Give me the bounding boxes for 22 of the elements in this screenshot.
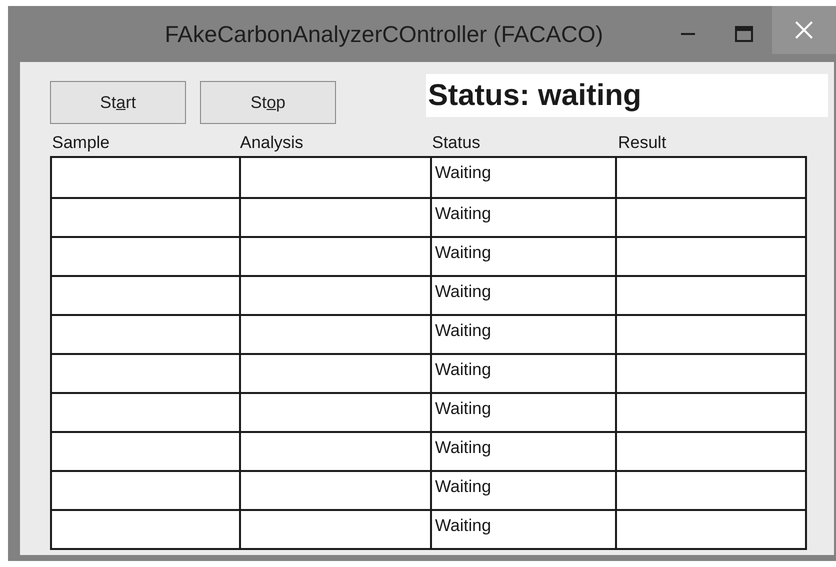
- table-cell: Waiting: [434, 438, 492, 457]
- column-header: Analysis: [240, 133, 304, 152]
- status-label: Status: waiting: [426, 74, 828, 117]
- table-cell: Waiting: [434, 516, 492, 535]
- table-cell: Waiting: [434, 321, 492, 340]
- close-button[interactable]: [772, 6, 836, 54]
- table-cell: Waiting: [434, 399, 492, 418]
- minimize-icon: [681, 33, 695, 35]
- table-cell: Waiting: [434, 282, 492, 301]
- table-cell: Waiting: [434, 477, 492, 496]
- table-cell: Waiting: [434, 360, 492, 379]
- column-header: Status: [432, 133, 480, 152]
- window-title: FAkeCarbonAnalyzerCOntroller (FACACO): [164, 20, 604, 49]
- close-icon: [794, 20, 814, 40]
- table-cell: Waiting: [434, 243, 492, 262]
- column-header: Sample: [52, 133, 110, 152]
- table-cell: Waiting: [434, 204, 492, 223]
- toolbar-button[interactable]: Stop: [200, 81, 336, 124]
- column-header: Result: [618, 133, 666, 152]
- table-cell: Waiting: [434, 163, 492, 182]
- maximize-icon: [735, 26, 753, 42]
- toolbar-button[interactable]: Start: [50, 81, 186, 124]
